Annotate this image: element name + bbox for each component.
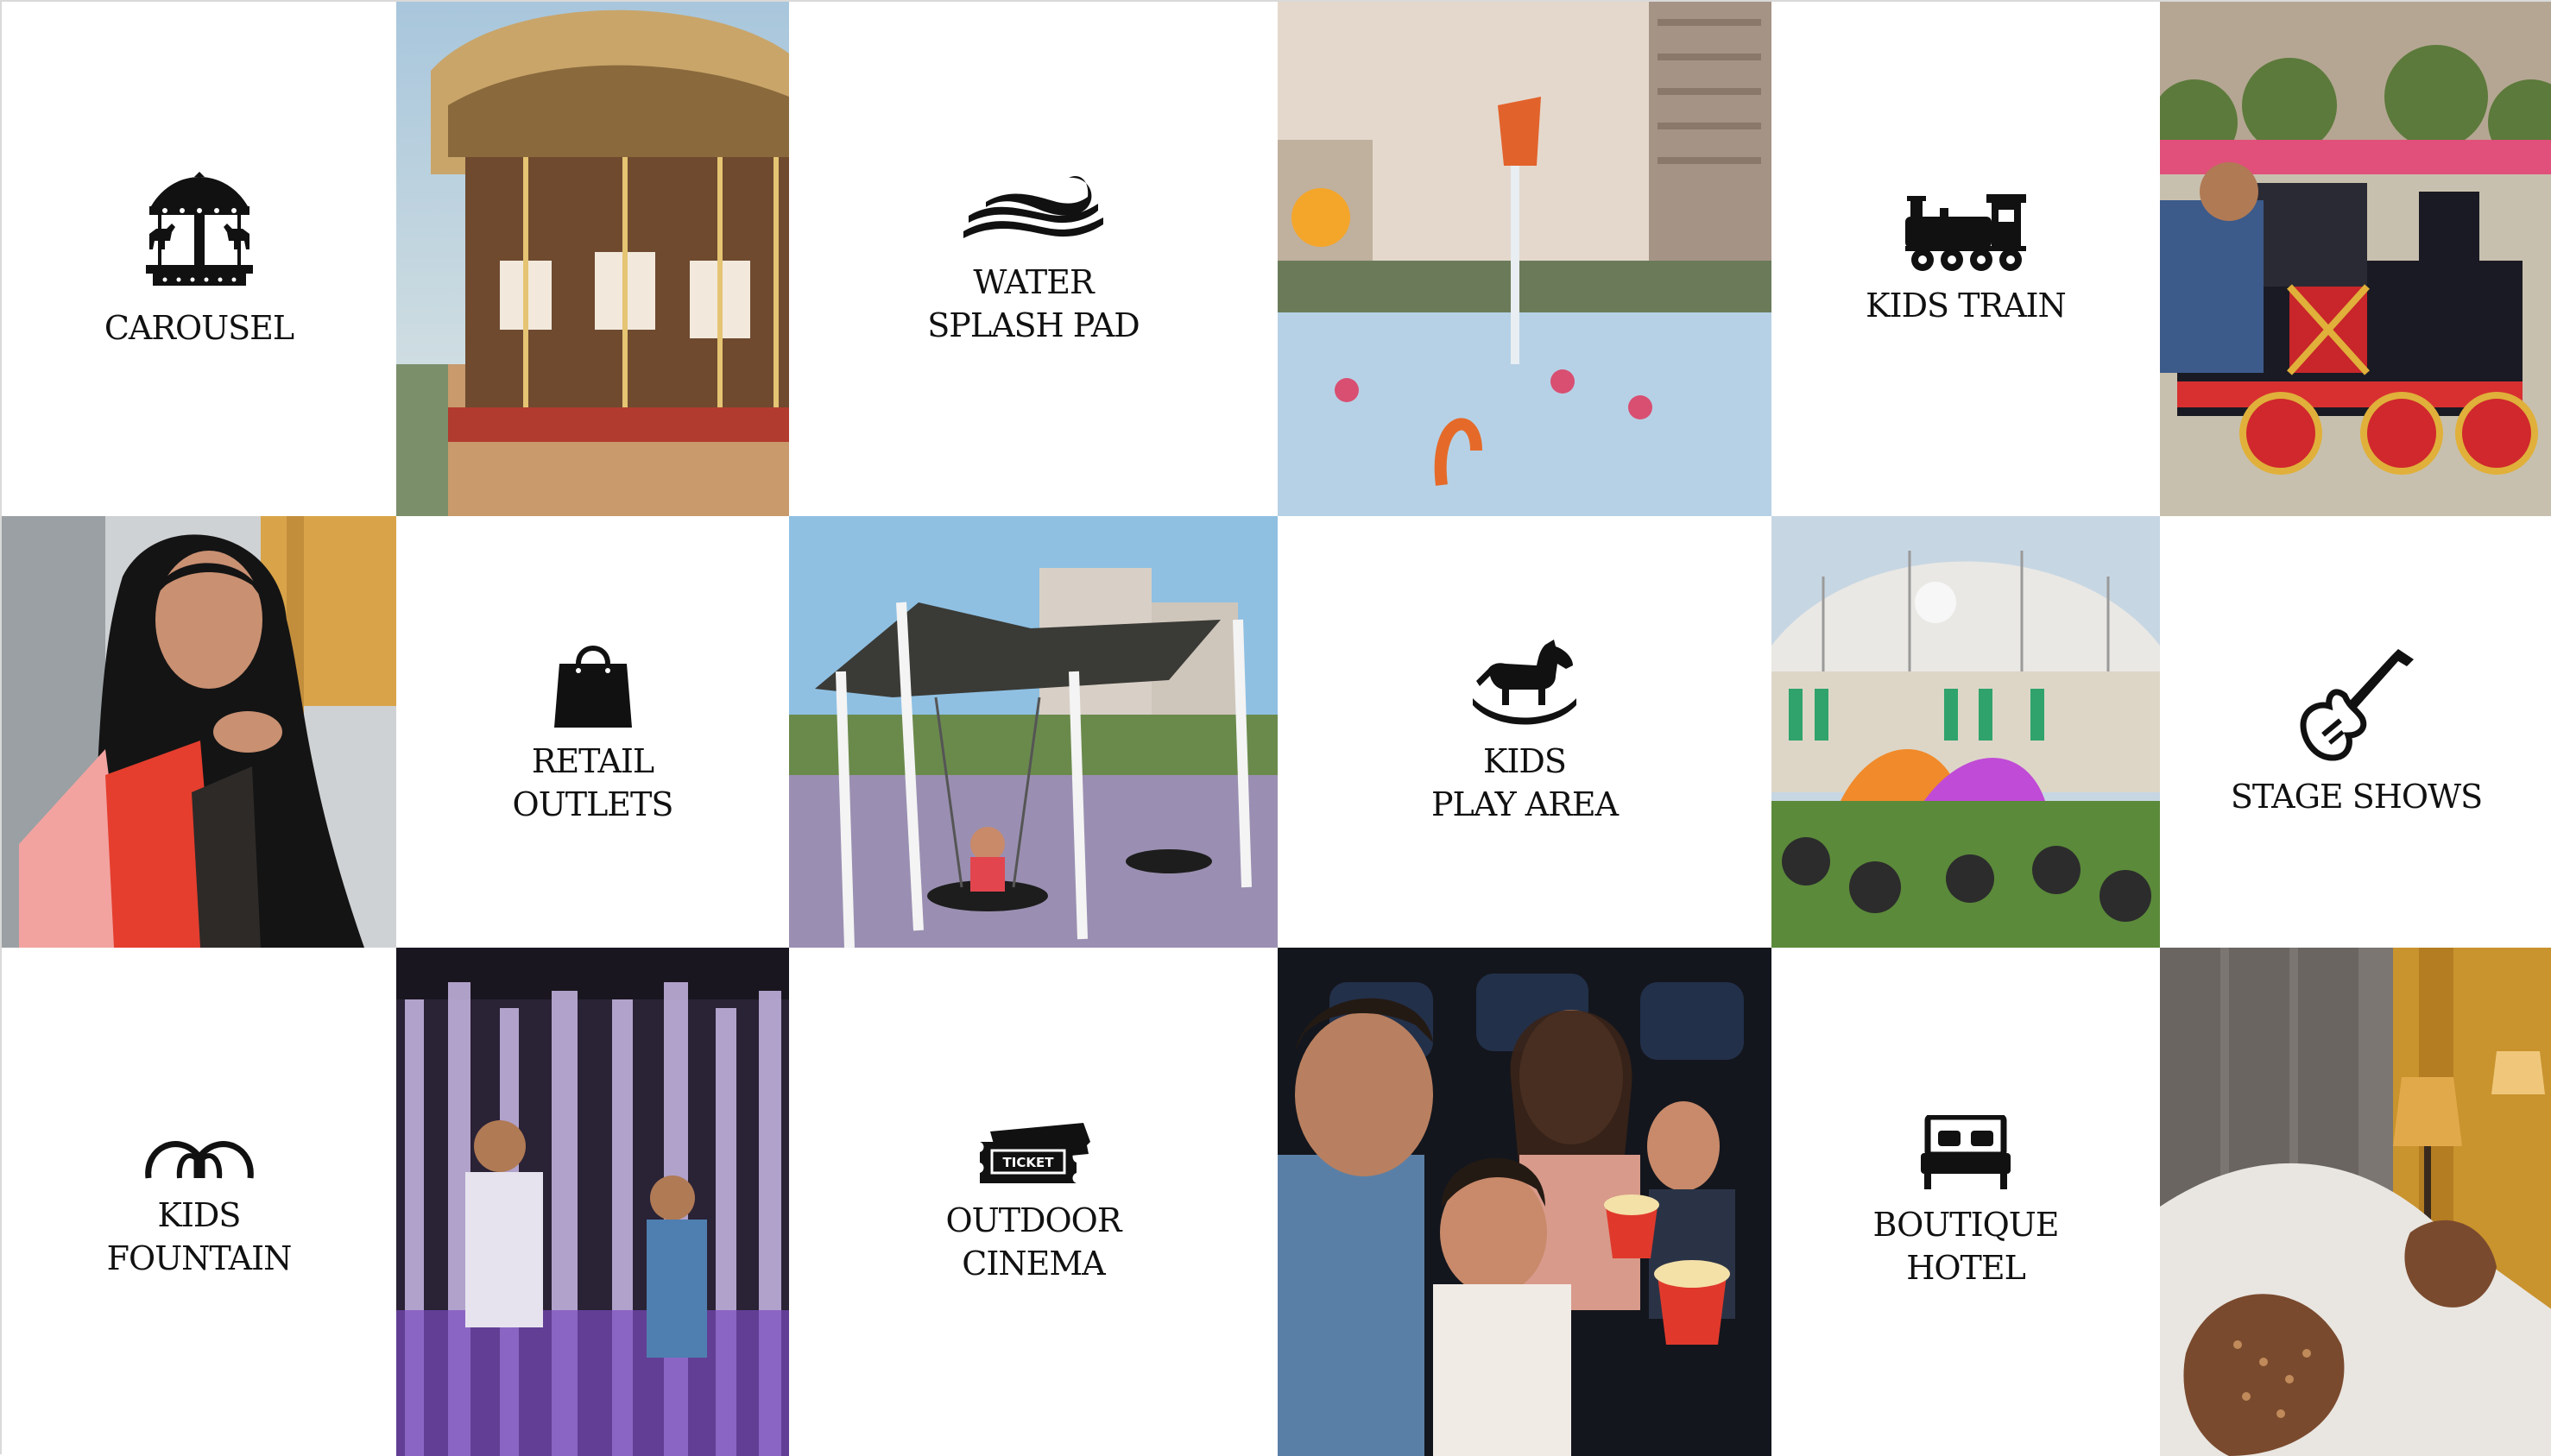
splash-pad-photo [1278, 2, 1771, 516]
ticket-icon: TICKET [980, 1122, 1090, 1183]
fountain-night-photo [396, 948, 789, 1456]
carousel-photo [396, 2, 789, 516]
playground-swings-photo [789, 516, 1278, 948]
tile-label: CAROUSEL [104, 309, 294, 347]
tile-label: KIDS TRAIN [1866, 287, 2067, 325]
water-wave-icon [963, 176, 1103, 238]
family-cinema-photo [1278, 948, 1771, 1456]
tile-carousel: CAROUSEL [2, 2, 396, 516]
tile-label: KIDS FOUNTAIN [106, 1195, 293, 1277]
tile-water-splash-pad: WATER SPLASH PAD [789, 2, 1278, 516]
hotel-room-photo [2160, 948, 2551, 1456]
tile-label: KIDS PLAY AREA [1430, 742, 1619, 823]
rocking-horse-icon [1473, 640, 1576, 725]
shopping-bag-icon [553, 646, 632, 728]
amenities-grid: CAROUSEL WATER SPLASH PAD KIDS TRAIN RET… [0, 0, 2551, 1456]
tile-label: STAGE SHOWS [2230, 778, 2483, 816]
tile-boutique-hotel: BOUTIQUE HOTEL [1771, 948, 2160, 1456]
tile-label: WATER SPLASH PAD [927, 263, 1140, 344]
shopper-woman-photo [2, 516, 396, 948]
fountain-icon [144, 1140, 254, 1178]
kids-train-photo [2160, 2, 2551, 516]
stage-show-photo [1771, 516, 2160, 948]
tile-kids-fountain: KIDS FOUNTAIN [2, 948, 396, 1456]
electric-guitar-icon [2299, 649, 2414, 761]
tile-kids-play-area: KIDS PLAY AREA [1278, 516, 1771, 948]
train-icon [1905, 194, 2026, 271]
tile-kids-train: KIDS TRAIN [1771, 2, 2160, 516]
tile-label: OUTDOOR CINEMA [945, 1201, 1122, 1283]
carousel-icon [145, 172, 253, 286]
tile-stage-shows: STAGE SHOWS [2160, 516, 2551, 948]
bed-icon [1921, 1114, 2011, 1189]
tile-label: RETAIL OUTLETS [512, 742, 674, 823]
tile-outdoor-cinema: TICKET OUTDOOR CINEMA [789, 948, 1278, 1456]
tile-retail-outlets: RETAIL OUTLETS [396, 516, 789, 948]
tile-label: BOUTIQUE HOTEL [1872, 1205, 2059, 1287]
ticket-icon-text: TICKET [1003, 1155, 1055, 1170]
